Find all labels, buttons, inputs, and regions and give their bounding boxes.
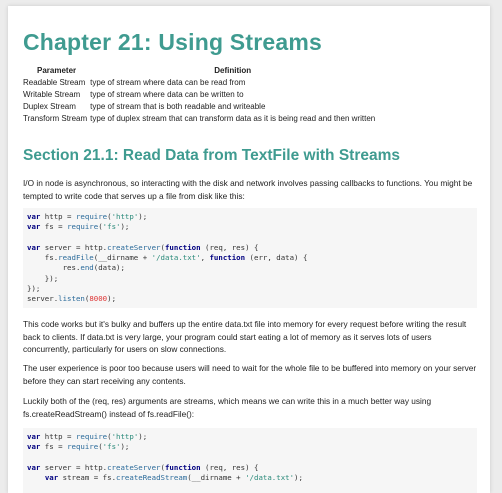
code-line: res.end(data); <box>27 263 125 273</box>
table-row: Readable Stream type of stream where dat… <box>23 76 375 88</box>
paragraph-user-experience: The user experience is poor too because … <box>23 363 477 386</box>
code-line: var fs = require('fs'); <box>27 442 130 452</box>
code-block-readstream: var http = require('http'); var fs = req… <box>23 428 477 493</box>
code-line: var server = http.createServer(function … <box>27 462 259 472</box>
chapter-title: Chapter 21: Using Streams <box>23 29 322 55</box>
table-cell-parameter: Duplex Stream <box>23 101 76 111</box>
table-header-parameter: Parameter <box>37 66 77 75</box>
code-line: }); <box>27 273 59 283</box>
table-row: Writable Stream type of stream where dat… <box>23 88 375 100</box>
table-header-row: Parameter Definition <box>23 66 375 76</box>
code-line: var stream = fs.createReadStream(__dirna… <box>44 473 303 483</box>
table-cell-definition: type of stream where data can be read fr… <box>90 77 246 87</box>
code-line: fs.readFile(__dirname + '/data.txt', fun… <box>27 253 308 263</box>
table-cell-definition: type of stream where data can be written… <box>90 89 244 99</box>
section-title: Section 21.1: Read Data from TextFile wi… <box>23 147 400 164</box>
table-cell-definition: type of duplex stream that can transform… <box>90 113 376 123</box>
table-row: Transform Stream type of duplex stream t… <box>23 112 375 124</box>
parameter-table: Parameter Definition Readable Stream typ… <box>23 66 375 124</box>
table-header-definition: Definition <box>214 66 252 75</box>
paragraph-solution: Luckily both of the (req, res) arguments… <box>23 396 432 419</box>
table-cell-parameter: Writable Stream <box>23 89 81 99</box>
table-row: Duplex Stream type of stream that is bot… <box>23 100 375 112</box>
paragraph-intro: I/O in node is asynchronous, so interact… <box>23 178 473 201</box>
code-line: }); <box>27 284 41 294</box>
table-cell-parameter: Transform Stream <box>23 113 88 123</box>
code-line: var http = require('http'); <box>27 432 148 441</box>
table-cell-definition: type of stream that is both readable and… <box>90 101 266 111</box>
code-line: var server = http.createServer(function … <box>27 242 259 252</box>
code-line: var fs = require('fs'); <box>27 222 130 232</box>
code-line: var http = require('http'); <box>27 212 148 221</box>
document-page: Chapter 21: Using Streams Parameter Defi… <box>8 6 490 493</box>
paragraph-problem: This code works but it's bulky and buffe… <box>23 319 467 354</box>
code-line: server.listen(8000); <box>27 294 117 304</box>
table-cell-parameter: Readable Stream <box>23 77 86 87</box>
code-block-readfile: var http = require('http'); var fs = req… <box>23 208 477 308</box>
